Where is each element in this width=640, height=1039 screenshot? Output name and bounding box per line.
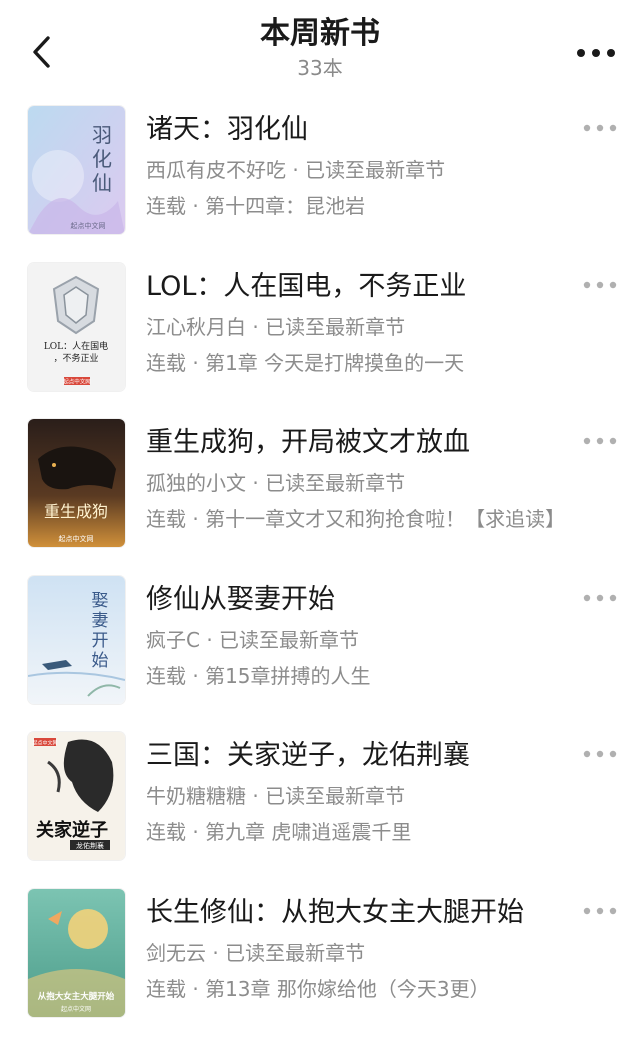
- book-latest-chapter: 连载 · 第十一章文才又和狗抢食啦！【求追读】: [146, 507, 566, 531]
- item-more-button[interactable]: [580, 275, 620, 295]
- svg-text:仙: 仙: [92, 171, 112, 195]
- more-dots-icon: [583, 124, 617, 132]
- svg-text:娶: 娶: [92, 591, 109, 611]
- book-latest-chapter: 连载 · 第13章 那你嫁给他（今天3更）: [146, 976, 490, 1001]
- list-item[interactable]: 娶 妻 开 始 修仙从娶妻开始 疯子C · 已读至最新章节 连载 · 第15章拼…: [0, 562, 640, 719]
- book-title[interactable]: 诸天：羽化仙: [146, 112, 570, 148]
- more-dots-icon: [583, 750, 617, 758]
- book-latest-chapter: 连载 · 第15章拼搏的人生: [146, 663, 371, 688]
- book-author-status: 剑无云 · 已读至最新章节: [146, 940, 366, 965]
- item-more-button[interactable]: [580, 901, 620, 921]
- book-author-status: 牛奶糖糖糖 · 已读至最新章节: [146, 784, 406, 808]
- list-item[interactable]: 羽 化 仙 起点中文网 诸天：羽化仙 西瓜有皮不好吃 · 已读至最新章节 连载 …: [0, 92, 640, 249]
- book-cover[interactable]: 从抱大女主大腿开始 起点中文网: [28, 888, 125, 1017]
- cover-image: LOL：人在国电 ，不务正业 起点中文网: [28, 262, 125, 391]
- more-dots-icon: [577, 49, 615, 57]
- more-dots-icon: [583, 594, 617, 601]
- book-author-status: 西瓜有皮不好吃 · 已读至最新章节: [146, 158, 446, 182]
- book-latest-chapter: 连载 · 第十四章：昆池岩: [146, 194, 366, 218]
- svg-text:妻: 妻: [92, 611, 109, 631]
- svg-text:起点中文网: 起点中文网: [63, 377, 91, 385]
- svg-text:关家逆子: 关家逆子: [36, 819, 108, 841]
- svg-text:重生成狗: 重生成狗: [44, 502, 108, 521]
- list-item[interactable]: 重生成狗 起点中文网 重生成狗，开局被文才放血 孤独的小文 · 已读至最新章节 …: [0, 405, 640, 562]
- list-item[interactable]: 起点中文网 关家逆子 龙佑荆襄 三国：关家逆子，龙佑荆襄 牛奶糖糖糖 · 已读至…: [0, 718, 640, 875]
- more-dots-icon: [583, 907, 617, 914]
- book-title[interactable]: 修仙从娶妻开始: [146, 582, 570, 618]
- cover-image: 羽 化 仙 起点中文网: [28, 106, 125, 234]
- book-info: 重生成狗，开局被文才放血 孤独的小文 · 已读至最新章节 连载 · 第十一章文才…: [146, 425, 570, 533]
- page-title: 本周新书: [260, 16, 380, 51]
- more-dots-icon: [583, 281, 617, 288]
- book-info: 诸天：羽化仙 西瓜有皮不好吃 · 已读至最新章节 连载 · 第十四章：昆池岩: [146, 112, 570, 220]
- book-author-status: 江心秋月白 · 已读至最新章节: [146, 314, 406, 339]
- more-dots-icon: [583, 437, 617, 445]
- cover-image: 重生成狗 起点中文网: [28, 419, 125, 547]
- title-block: 本周新书 33本: [0, 14, 640, 82]
- item-more-button[interactable]: [580, 118, 620, 138]
- item-more-button[interactable]: [580, 744, 620, 764]
- book-author-status: 孤独的小文 · 已读至最新章节: [146, 471, 406, 495]
- cover-image: 娶 妻 开 始: [28, 575, 125, 704]
- svg-text:LOL：人在国电: LOL：人在国电: [44, 340, 108, 352]
- book-latest-chapter: 连载 · 第1章 今天是打牌摸鱼的一天: [146, 350, 465, 375]
- svg-text:起点中文网: 起点中文网: [61, 1005, 91, 1013]
- book-cover[interactable]: 娶 妻 开 始: [28, 575, 125, 704]
- book-info: 修仙从娶妻开始 疯子C · 已读至最新章节 连载 · 第15章拼搏的人生: [146, 582, 570, 690]
- item-more-button[interactable]: [580, 588, 620, 608]
- svg-text:起点中文网: 起点中文网: [32, 740, 57, 747]
- top-nav-bar: 本周新书 33本: [0, 0, 640, 92]
- book-info: LOL：人在国电，不务正业 江心秋月白 · 已读至最新章节 连载 · 第1章 今…: [146, 269, 570, 377]
- svg-text:化: 化: [92, 147, 112, 171]
- book-title[interactable]: 三国：关家逆子，龙佑荆襄: [146, 738, 570, 774]
- cover-image: 从抱大女主大腿开始 起点中文网: [28, 888, 125, 1017]
- svg-text:开: 开: [92, 631, 109, 651]
- book-cover[interactable]: LOL：人在国电 ，不务正业 起点中文网: [28, 262, 125, 391]
- svg-text:始: 始: [92, 651, 109, 671]
- list-item[interactable]: 从抱大女主大腿开始 起点中文网 长生修仙：从抱大女主大腿开始 剑无云 · 已读至…: [0, 875, 640, 1032]
- book-info: 三国：关家逆子，龙佑荆襄 牛奶糖糖糖 · 已读至最新章节 连载 · 第九章 虎啸…: [146, 738, 570, 846]
- svg-text:龙佑荆襄: 龙佑荆襄: [76, 841, 104, 850]
- svg-text:羽: 羽: [92, 123, 112, 147]
- list-item[interactable]: LOL：人在国电 ，不务正业 起点中文网 LOL：人在国电，不务正业 江心秋月白…: [0, 249, 640, 406]
- cover-image: 起点中文网 关家逆子 龙佑荆襄: [28, 732, 125, 860]
- svg-text:，不务正业: ，不务正业: [53, 352, 98, 364]
- svg-text:从抱大女主大腿开始: 从抱大女主大腿开始: [38, 991, 115, 1002]
- book-latest-chapter: 连载 · 第九章 虎啸逍遥震千里: [146, 820, 412, 844]
- book-title[interactable]: 重生成狗，开局被文才放血: [146, 425, 570, 461]
- book-cover[interactable]: 起点中文网 关家逆子 龙佑荆襄: [28, 732, 125, 860]
- book-cover[interactable]: 羽 化 仙 起点中文网: [28, 106, 125, 234]
- svg-text:起点中文网: 起点中文网: [71, 221, 106, 230]
- book-count: 33本: [297, 56, 343, 80]
- book-title[interactable]: 长生修仙：从抱大女主大腿开始: [146, 895, 570, 931]
- book-author-status: 疯子C · 已读至最新章节: [146, 627, 360, 652]
- book-info: 长生修仙：从抱大女主大腿开始 剑无云 · 已读至最新章节 连载 · 第13章 那…: [146, 895, 570, 1003]
- svg-text:起点中文网: 起点中文网: [59, 534, 94, 543]
- book-list: 羽 化 仙 起点中文网 诸天：羽化仙 西瓜有皮不好吃 · 已读至最新章节 连载 …: [0, 92, 640, 1031]
- item-more-button[interactable]: [580, 431, 620, 451]
- book-title[interactable]: LOL：人在国电，不务正业: [146, 269, 570, 305]
- book-cover[interactable]: 重生成狗 起点中文网: [28, 419, 125, 547]
- more-options-button[interactable]: [574, 38, 618, 68]
